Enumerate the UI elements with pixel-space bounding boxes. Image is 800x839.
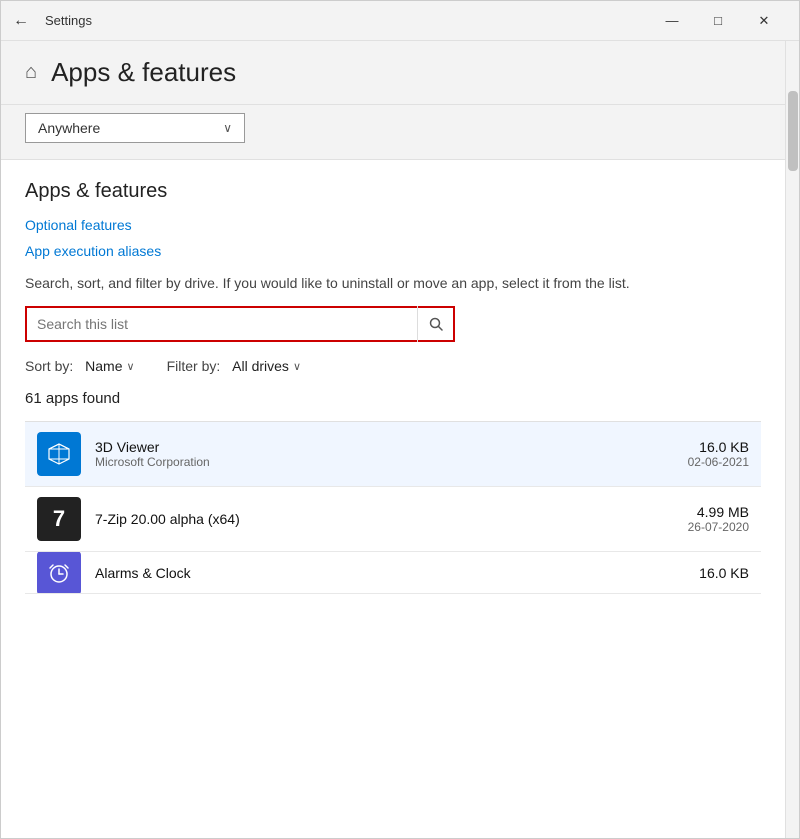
- app-name-3dviewer: 3D Viewer: [95, 439, 674, 455]
- description-text: Search, sort, and filter by drive. If yo…: [25, 273, 645, 294]
- close-button[interactable]: ✕: [741, 1, 787, 41]
- app-icon-3dviewer: [37, 432, 81, 476]
- maximize-button[interactable]: □: [695, 1, 741, 41]
- window-title: Settings: [45, 13, 649, 28]
- sort-chevron-icon: ∨: [127, 360, 135, 373]
- app-icon-alarms: [37, 552, 81, 594]
- sort-label: Sort by:: [25, 358, 73, 374]
- scrollbar-thumb[interactable]: [788, 91, 798, 171]
- sort-value: Name: [85, 358, 122, 374]
- app-list: 3D Viewer Microsoft Corporation 16.0 KB …: [25, 421, 761, 594]
- app-item-7zip[interactable]: 7 7-Zip 20.00 alpha (x64) 4.99 MB 26-07-…: [25, 487, 761, 552]
- count-label: apps found: [46, 390, 120, 407]
- app-info-7zip: 7-Zip 20.00 alpha (x64): [95, 511, 674, 527]
- dropdown-arrow-icon: ∨: [223, 121, 232, 135]
- app-publisher-3dviewer: Microsoft Corporation: [95, 455, 674, 469]
- count-number: 61: [25, 390, 42, 407]
- app-size-7zip: 4.99 MB: [688, 504, 749, 520]
- filter-bar: Anywhere ∨: [1, 105, 785, 160]
- app-name-alarms: Alarms & Clock: [95, 565, 685, 581]
- app-icon-7zip: 7: [37, 497, 81, 541]
- page-header: ⌂ Apps & features: [1, 41, 785, 105]
- app-info-alarms: Alarms & Clock: [95, 565, 685, 581]
- minimize-button[interactable]: —: [649, 1, 695, 41]
- window-controls: — □ ✕: [649, 1, 787, 41]
- anywhere-dropdown[interactable]: Anywhere ∨: [25, 113, 245, 143]
- home-icon: ⌂: [25, 61, 37, 84]
- app-execution-aliases-link[interactable]: App execution aliases: [25, 243, 761, 259]
- section-title: Apps & features: [25, 180, 761, 203]
- sort-by-control[interactable]: Sort by: Name ∨: [25, 358, 135, 374]
- app-info-3dviewer: 3D Viewer Microsoft Corporation: [95, 439, 674, 469]
- sort-filter-row: Sort by: Name ∨ Filter by: All drives ∨: [25, 358, 761, 374]
- app-date-3dviewer: 02-06-2021: [688, 455, 749, 469]
- page-title: Apps & features: [51, 57, 236, 88]
- optional-features-link[interactable]: Optional features: [25, 217, 761, 233]
- content-area: ⌂ Apps & features Anywhere ∨ Apps & feat…: [1, 41, 799, 838]
- app-meta-alarms: 16.0 KB: [699, 565, 749, 581]
- settings-window: ← Settings — □ ✕ ⌂ Apps & features Anywh…: [0, 0, 800, 839]
- search-box[interactable]: [25, 306, 455, 342]
- app-meta-3dviewer: 16.0 KB 02-06-2021: [688, 439, 749, 469]
- filter-chevron-icon: ∨: [293, 360, 301, 373]
- filter-value: All drives: [232, 358, 289, 374]
- filter-label: Filter by:: [167, 358, 221, 374]
- app-name-7zip: 7-Zip 20.00 alpha (x64): [95, 511, 674, 527]
- app-item-3dviewer[interactable]: 3D Viewer Microsoft Corporation 16.0 KB …: [25, 422, 761, 487]
- filter-by-control[interactable]: Filter by: All drives ∨: [167, 358, 301, 374]
- dropdown-value: Anywhere: [38, 120, 100, 136]
- search-icon: [417, 306, 453, 342]
- apps-features-section: Apps & features Optional features App ex…: [1, 160, 785, 614]
- app-size-3dviewer: 16.0 KB: [688, 439, 749, 455]
- main-panel: ⌂ Apps & features Anywhere ∨ Apps & feat…: [1, 41, 785, 838]
- search-input[interactable]: [27, 316, 417, 332]
- app-meta-7zip: 4.99 MB 26-07-2020: [688, 504, 749, 534]
- titlebar: ← Settings — □ ✕: [1, 1, 799, 41]
- app-date-7zip: 26-07-2020: [688, 520, 749, 534]
- apps-count: 61 apps found: [25, 384, 761, 413]
- scrollbar[interactable]: [785, 41, 799, 838]
- app-item-alarms[interactable]: Alarms & Clock 16.0 KB: [25, 552, 761, 594]
- app-size-alarms: 16.0 KB: [699, 565, 749, 581]
- back-button[interactable]: ←: [13, 12, 29, 30]
